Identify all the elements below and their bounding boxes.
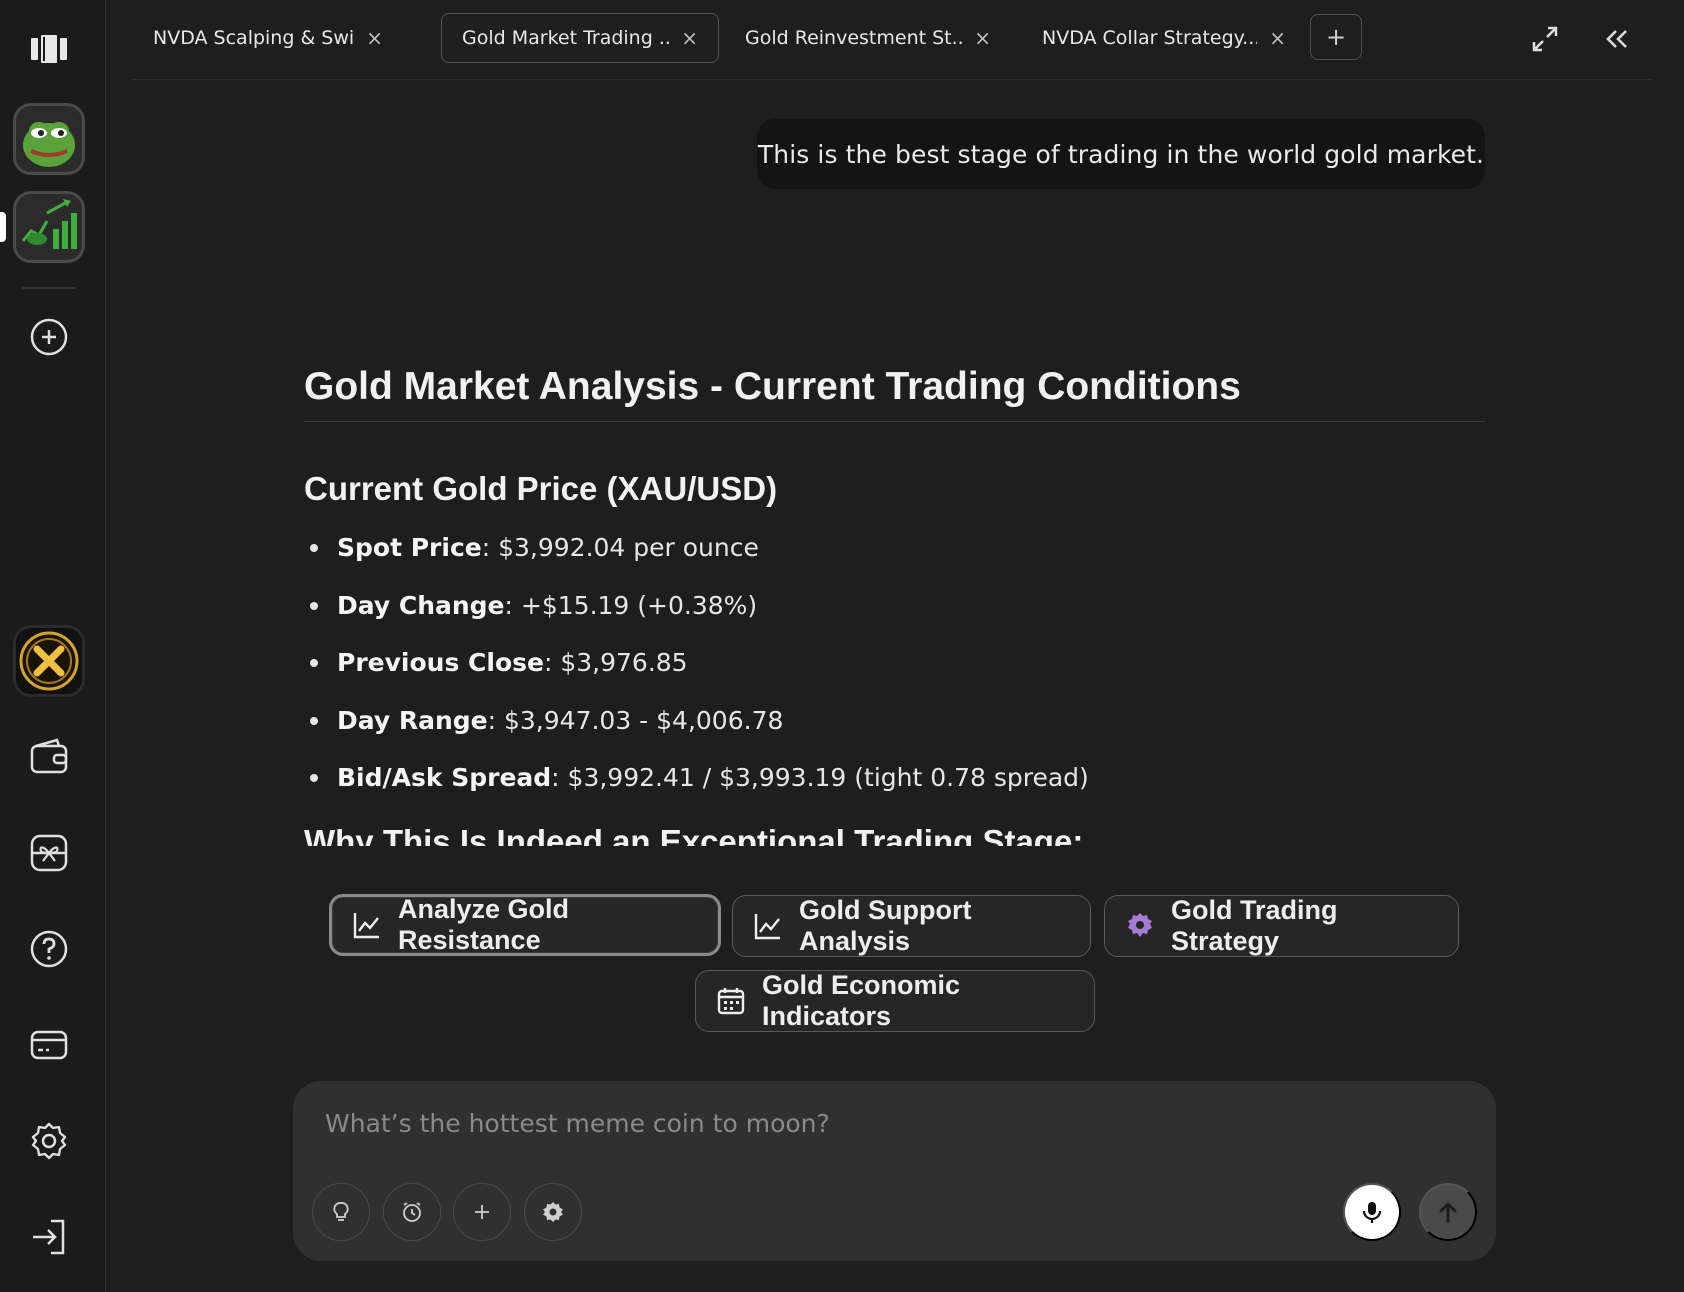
item-label: Bid/Ask Spread xyxy=(337,763,552,792)
lightbulb-icon[interactable] xyxy=(312,1183,370,1241)
gift-icon[interactable] xyxy=(14,818,84,888)
item-value: : $3,992.41 / $3,993.19 (tight 0.78 spre… xyxy=(551,763,1089,792)
item-value: : $3,976.85 xyxy=(543,648,688,677)
logout-icon[interactable] xyxy=(14,1202,84,1272)
frog-avatar[interactable] xyxy=(13,103,85,175)
chat-input[interactable] xyxy=(325,1103,1425,1143)
item-label: Day Change xyxy=(337,590,505,620)
chart-line-icon xyxy=(352,910,382,940)
item-label: Spot Price xyxy=(337,533,482,562)
next-section-title: Why This Is Indeed an Exceptional Tradin… xyxy=(304,822,1084,846)
section-title: Current Gold Price (XAU/USD) xyxy=(304,470,778,507)
tab-label: Gold Market Trading ... xyxy=(462,27,670,49)
suggestion-gold-trading-strategy[interactable]: Gold Trading Strategy xyxy=(1104,895,1459,957)
list-item: Previous Close: $3,976.85 xyxy=(304,643,1485,701)
list-item: Day Change: +$15.19 (+0.38%) xyxy=(304,586,1485,644)
list-item: Bid/Ask Spread: $3,992.41 / $3,993.19 (t… xyxy=(304,758,1485,816)
sidebar-divider xyxy=(22,287,76,289)
app-root: NVDA Scalping & Swin... × Gold Market Tr… xyxy=(0,0,1684,1292)
item-label: Day Range xyxy=(337,705,488,735)
tab-label: Gold Reinvestment St... xyxy=(745,27,963,49)
sidebar xyxy=(0,0,106,1292)
tab-close-icon[interactable]: × xyxy=(354,26,383,50)
tab-gold-market-trading[interactable]: Gold Market Trading ... × xyxy=(441,13,719,63)
item-value: : $3,992.04 per ounce xyxy=(481,533,759,562)
bull-chart-avatar[interactable] xyxy=(13,191,85,263)
list-item: Day Range: $3,947.03 - $4,006.78 xyxy=(304,701,1485,759)
gear-icon xyxy=(1125,911,1155,941)
gear-icon[interactable] xyxy=(524,1183,582,1241)
collapse-double-chevron-icon[interactable] xyxy=(1598,20,1636,58)
tab-nvda-scalping[interactable]: NVDA Scalping & Swin... × xyxy=(132,13,404,63)
tab-label: NVDA Collar Strategy... xyxy=(1042,27,1258,49)
tab-close-icon[interactable]: × xyxy=(1257,26,1286,50)
plus-icon[interactable] xyxy=(453,1183,511,1241)
alarm-clock-icon[interactable] xyxy=(383,1183,441,1241)
microphone-icon[interactable] xyxy=(1343,1183,1401,1241)
expand-icon[interactable] xyxy=(1526,20,1564,58)
tab-close-icon[interactable]: × xyxy=(962,26,991,50)
app-logo-icon[interactable] xyxy=(14,14,84,84)
suggestion-analyze-gold-resistance[interactable]: Analyze Gold Resistance xyxy=(329,894,721,956)
suggestion-label: Gold Economic Indicators xyxy=(762,970,961,1031)
calendar-icon xyxy=(716,986,746,1016)
assistant-response: Gold Market Analysis - Current Trading C… xyxy=(304,350,1485,870)
tab-gold-reinvestment[interactable]: Gold Reinvestment St... × xyxy=(724,13,1012,63)
user-message-bubble: This is the best stage of trading in the… xyxy=(757,119,1485,189)
tab-close-icon[interactable]: × xyxy=(669,26,698,50)
card-icon[interactable] xyxy=(14,1010,84,1080)
new-tab-button[interactable]: + xyxy=(1310,14,1362,60)
suggestion-label: Gold Trading Strategy xyxy=(1171,895,1338,956)
message-composer xyxy=(293,1081,1496,1261)
active-indicator xyxy=(0,212,6,242)
tab-nvda-collar[interactable]: NVDA Collar Strategy... × xyxy=(1021,13,1307,63)
item-label: Previous Close xyxy=(337,648,544,677)
tab-label: NVDA Scalping & Swin... xyxy=(153,27,355,49)
settings-icon[interactable] xyxy=(14,1106,84,1176)
response-title: Gold Market Analysis - Current Trading C… xyxy=(304,350,1485,422)
tab-bar: NVDA Scalping & Swin... × Gold Market Tr… xyxy=(132,0,1652,80)
wallet-icon[interactable] xyxy=(14,722,84,792)
list-item: Spot Price: $3,992.04 per ounce xyxy=(304,528,1485,586)
item-value: : +$15.19 (+0.38%) xyxy=(504,590,758,620)
price-list: Spot Price: $3,992.04 per ounce Day Chan… xyxy=(304,528,1485,816)
x-coin-avatar[interactable] xyxy=(13,625,85,697)
suggestion-label: Analyze Gold Resistance xyxy=(398,894,570,955)
suggestion-gold-support-analysis[interactable]: Gold Support Analysis xyxy=(732,895,1091,957)
send-arrow-icon[interactable] xyxy=(1419,1183,1477,1241)
chart-line-icon xyxy=(753,911,783,941)
item-value: : $3,947.03 - $4,006.78 xyxy=(487,705,784,735)
suggestion-gold-economic-indicators[interactable]: Gold Economic Indicators xyxy=(695,970,1095,1032)
add-icon[interactable] xyxy=(14,302,84,372)
suggestion-label: Gold Support Analysis xyxy=(799,895,972,956)
help-icon[interactable] xyxy=(14,914,84,984)
